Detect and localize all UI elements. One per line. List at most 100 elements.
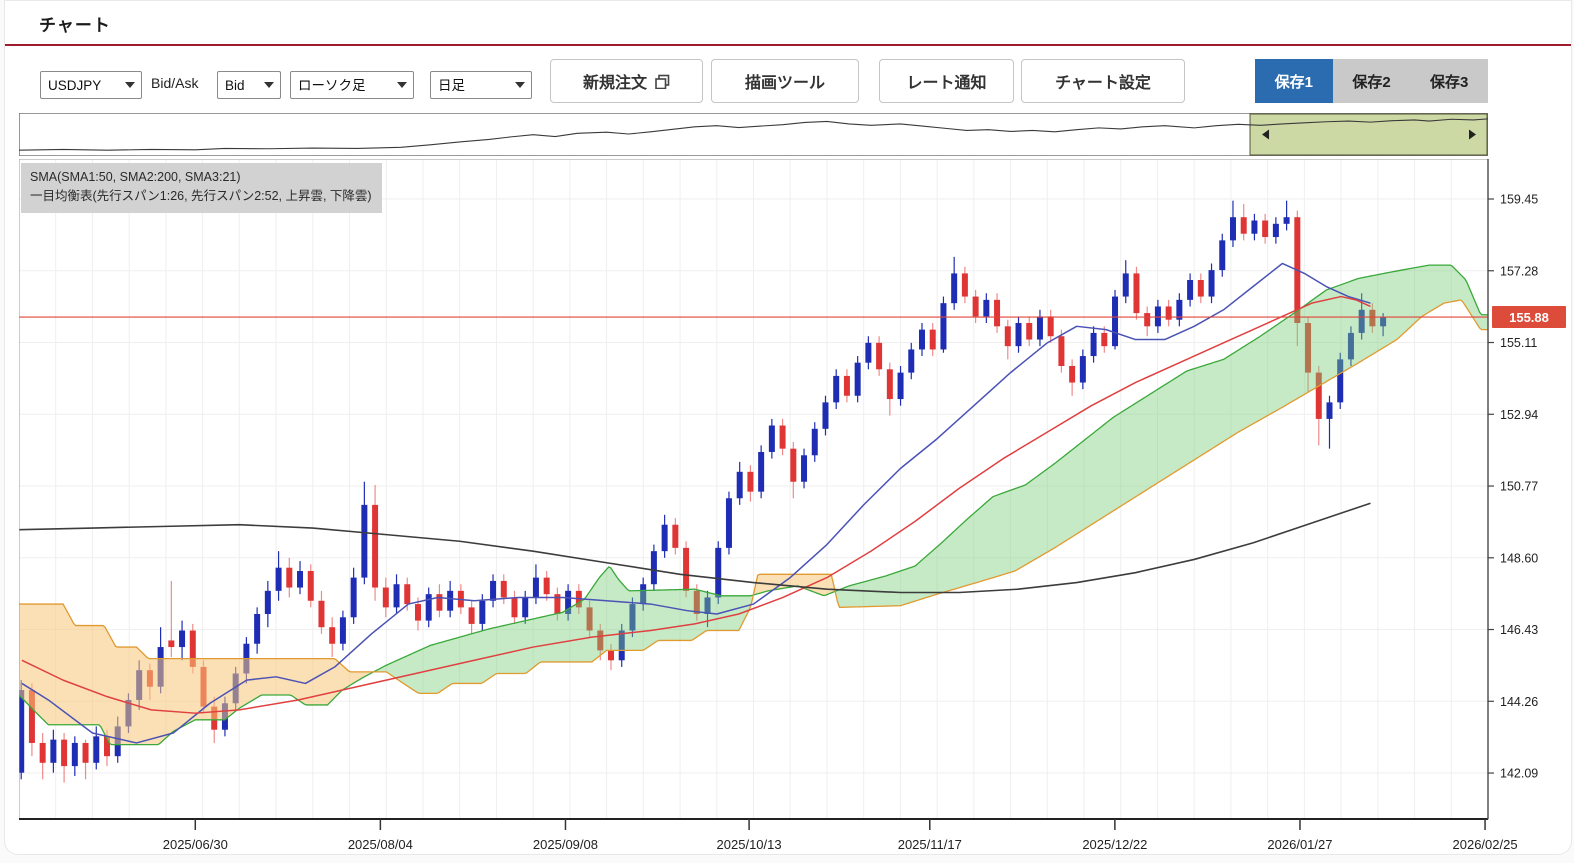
candle-body	[1058, 336, 1065, 366]
candle-body	[425, 594, 432, 621]
candle-body	[318, 600, 325, 628]
candle-body	[490, 580, 497, 601]
candle-body	[372, 504, 379, 588]
symbol-select-wrap: USDJPY	[40, 71, 142, 99]
drawing-tools-button[interactable]: 描画ツール	[711, 59, 859, 103]
candle-body	[500, 580, 507, 598]
symbol-select[interactable]: USDJPY	[41, 72, 141, 98]
chart-type-select[interactable]: ローソク足	[291, 72, 413, 98]
navigator[interactable]	[19, 113, 1488, 156]
x-axis-label: 2025/09/08	[533, 837, 598, 852]
candle-body	[1197, 280, 1204, 297]
candle-body	[833, 375, 840, 403]
title-accent-rule	[5, 44, 1571, 46]
y-axis-label: 152.94	[1500, 408, 1538, 422]
candle-body	[736, 471, 743, 499]
rate-alert-label: レート通知	[906, 75, 987, 92]
candle-body	[50, 739, 57, 763]
candle-body	[1079, 356, 1086, 383]
save-slot-1-button[interactable]: 保存1	[1255, 59, 1333, 103]
chart-settings-label: チャート設定	[1055, 75, 1151, 92]
candle-body	[1326, 402, 1333, 419]
candle-body	[929, 329, 936, 350]
rate-alert-button[interactable]: レート通知	[879, 59, 1014, 103]
candle-body	[39, 742, 46, 763]
indicator-legend-sma: SMA(SMA1:50, SMA2:200, SMA3:21)	[30, 170, 241, 184]
bidask-select-wrap: Bid	[217, 71, 281, 99]
chart-type-select-wrap: ローソク足	[290, 71, 414, 99]
candle-body	[994, 299, 1001, 327]
candle-body	[1240, 217, 1247, 234]
candle-body	[1219, 240, 1226, 271]
candle-body	[1101, 332, 1108, 347]
candle-body	[447, 590, 454, 611]
candle-body	[940, 303, 947, 350]
candle-body	[1122, 273, 1129, 297]
candle-body	[339, 617, 346, 644]
candle-body	[768, 425, 775, 452]
candle-body	[297, 571, 304, 588]
main-chart[interactable]: 159.45 157.28 155.11 152.94 150.77 148.60 146.…	[19, 159, 1569, 855]
indicator-legend: SMA(SMA1:50, SMA2:200, SMA3:21) 一目均衡表(先行…	[21, 163, 382, 213]
save-slot-3-button[interactable]: 保存3	[1410, 59, 1488, 103]
candle-body	[886, 369, 893, 400]
navigator-selection[interactable]	[1249, 113, 1488, 156]
candle-body	[1283, 217, 1290, 224]
candle-body	[1112, 296, 1119, 347]
y-axis-label: 150.77	[1500, 480, 1538, 494]
candle-body	[393, 584, 400, 608]
candle-body	[790, 448, 797, 482]
candle-body	[1133, 273, 1140, 314]
candle-body	[82, 742, 89, 763]
bidask-label: Bid/Ask	[151, 75, 199, 91]
candle-body	[543, 577, 550, 595]
candle-body	[93, 736, 100, 763]
save-slot-group: 保存1 保存2 保存3	[1255, 59, 1488, 103]
candle-body	[404, 584, 411, 605]
new-order-label: 新規注文	[582, 75, 647, 92]
candle-body	[1165, 306, 1172, 320]
candle-body	[897, 372, 904, 400]
candle-body	[961, 273, 968, 297]
timeframe-select[interactable]: 日足	[431, 72, 531, 98]
candle-body	[801, 455, 808, 482]
y-axis-label: 142.09	[1500, 767, 1538, 781]
axes-layer: 159.45 157.28 155.11 152.94 150.77 148.60 146.…	[19, 159, 1538, 852]
x-axis-label: 2025/08/04	[348, 837, 413, 852]
bidask-select[interactable]: Bid	[218, 72, 280, 98]
save-slot-2-button[interactable]: 保存2	[1333, 59, 1411, 103]
current-price-badge: 155.88	[1492, 306, 1566, 329]
sma-line-sma2200	[19, 502, 1371, 594]
candle-body	[908, 349, 915, 373]
candle-body	[683, 547, 690, 591]
candle-body	[650, 551, 657, 585]
drawing-tools-label: 描画ツール	[744, 75, 825, 92]
candle-body	[307, 571, 314, 601]
indicator-legend-ichimoku: 一目均衡表(先行スパン1:26, 先行スパン2:52, 上昇雲, 下降雲)	[30, 189, 372, 204]
candle-body	[715, 547, 722, 598]
candle-body	[608, 650, 615, 661]
candle-body	[811, 428, 818, 456]
candle-body	[725, 498, 732, 548]
chart-settings-button[interactable]: チャート設定	[1021, 59, 1185, 103]
candle-body	[661, 524, 668, 552]
x-axis-label: 2025/10/13	[717, 837, 782, 852]
candle-body	[254, 613, 261, 644]
x-axis-label: 2025/12/22	[1082, 837, 1147, 852]
x-axis-label: 2025/11/17	[898, 837, 962, 852]
candle-body	[468, 607, 475, 624]
candle-body	[264, 590, 271, 614]
candle-body	[865, 342, 872, 363]
candle-body	[972, 296, 979, 317]
x-axis-label: 2026/02/25	[1453, 837, 1518, 852]
candle-body	[179, 630, 186, 648]
new-order-button[interactable]: 新規注文	[550, 59, 703, 103]
candle-body	[436, 594, 443, 611]
y-axis-label: 155.11	[1500, 336, 1537, 350]
candle-body	[1251, 220, 1258, 234]
candle-body	[918, 329, 925, 350]
y-axis-label: 159.45	[1500, 193, 1538, 207]
sma-line-sma150	[21, 295, 1371, 714]
candle-body	[1026, 323, 1033, 340]
candle-body	[1090, 332, 1097, 357]
